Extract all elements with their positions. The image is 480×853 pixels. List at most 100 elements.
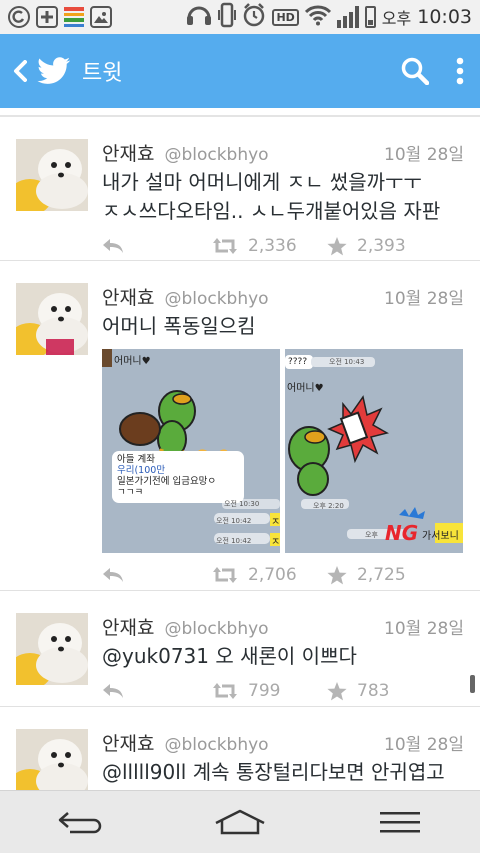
tweet-item[interactable]: 안재효 @blockbhyo 10월 28일 어머니 폭동일으킴 어머니♥ 아들… [0, 261, 480, 591]
tweet-text: 어머니 폭동일으킴 [102, 314, 256, 338]
reply-icon [103, 684, 123, 698]
tweet-media: 어머니♥ 아들 계좌 우리(100만 일본가기전에 입금요망ㅇ ㄱㄱㅋ 오전 1… [102, 349, 464, 553]
retweet-icon [213, 683, 237, 699]
author-handle[interactable]: @blockbhyo [164, 289, 268, 309]
favorite-count: 2,725 [357, 565, 406, 585]
chat-title: 어머니♥ [114, 356, 151, 367]
status-time: 10:03 [417, 6, 472, 28]
message-time: 오전 10:43 [329, 358, 365, 366]
system-menu-button[interactable] [360, 791, 440, 853]
ng-sticker-label: NG [385, 521, 419, 545]
author-handle[interactable]: @blockbhyo [164, 619, 268, 639]
media-image-left[interactable]: 어머니♥ 아들 계좌 우리(100만 일본가기전에 입금요망ㅇ ㄱㄱㅋ 오전 1… [102, 349, 280, 553]
battery-icon [364, 6, 376, 28]
status-bar: HD 오후 10:03 [0, 0, 480, 34]
avatar[interactable] [16, 139, 88, 211]
gallery-icon [90, 6, 112, 28]
home-icon [215, 809, 265, 835]
favorite-button[interactable]: 783 [327, 681, 389, 701]
bubble-line: ㄱㄱㅋ [117, 487, 144, 498]
tweet-date: 10월 28일 [384, 619, 464, 639]
overflow-menu-button[interactable] [440, 34, 480, 108]
favorite-button[interactable]: 2,725 [327, 565, 406, 585]
tweet-text: @yuk0731 오 새론이 이쁘다 [102, 644, 357, 668]
reply-icon [103, 239, 123, 253]
reply-button[interactable] [102, 567, 212, 583]
retweet-count: 799 [248, 681, 281, 701]
app-header: 트윗 [0, 34, 480, 108]
status-carrier-label: 오후 [381, 9, 412, 28]
favorite-count: 783 [357, 681, 390, 701]
message-time: 오후 [365, 531, 378, 539]
tweet-actions: 799 783 [102, 671, 464, 711]
reply-button[interactable] [102, 683, 212, 699]
retweet-button[interactable]: 799 [212, 681, 327, 701]
tweet-date: 10월 28일 [384, 289, 464, 309]
more-vertical-icon [456, 57, 464, 85]
chat-bubble: ???? [288, 357, 308, 367]
tweet-item[interactable]: 안재효 @blockbhyo 10월 28일 @yuk0731 오 새론이 이쁘… [0, 591, 480, 707]
bubble-line: 아들 계좌 [117, 454, 155, 465]
reply-icon [103, 568, 123, 582]
media-image-right[interactable]: ???? 오전 10:43 어머니♥ 오후 2:20 오후 NG 가서보니 [285, 349, 463, 553]
wifi-icon [304, 4, 331, 30]
retweet-button[interactable]: 2,706 [212, 565, 327, 585]
vibrate-icon [218, 2, 237, 32]
system-home-button[interactable] [200, 791, 280, 853]
chat-bubble: 아들 계좌 우리(100만 일본가기전에 입금요망ㅇ ㄱㄱㅋ [112, 451, 244, 503]
star-icon [327, 236, 347, 255]
tweet-text: @lllll90ll 계속 통장털리다보면 안귀엽고 무서우실 [102, 760, 445, 790]
message-time: 오전 10:42 [216, 537, 252, 545]
author-name[interactable]: 안재효 [102, 729, 154, 756]
message-text: ㅈ [271, 537, 280, 548]
message-text: 가서보니 [422, 531, 459, 542]
back-arrow-icon [58, 812, 102, 834]
notes-app-icon [64, 7, 84, 27]
headset-icon [186, 3, 212, 31]
favorite-button[interactable]: 2,393 [327, 236, 406, 256]
retweet-icon [213, 238, 237, 254]
message-time: 오후 2:20 [313, 502, 344, 510]
tweet-feed[interactable]: 안재효 @blockbhyo 10월 28일 내가 설마 어머니에게 ㅈㄴ 썼을… [0, 108, 480, 790]
message-time: 오전 10:42 [216, 517, 252, 525]
avatar[interactable] [16, 283, 88, 355]
message-time: 오전 10:30 [224, 500, 260, 508]
alarm-icon [242, 3, 266, 31]
star-icon [327, 681, 347, 700]
hd-voice-icon: HD [272, 8, 299, 26]
tweet-actions: 2,706 2,725 [102, 555, 464, 595]
avatar[interactable] [16, 613, 88, 685]
tweet-item[interactable]: 안재효 @blockbhyo 10월 28일 @lllll90ll 계속 통장털… [0, 707, 480, 790]
bubble-line: 일본가기전에 입금요망ㅇ [117, 476, 217, 487]
author-name[interactable]: 안재효 [102, 139, 154, 166]
scrollbar-thumb[interactable] [470, 675, 475, 693]
retweet-button[interactable]: 2,336 [212, 236, 327, 256]
avatar[interactable] [16, 729, 88, 790]
tweet-actions: 2,336 2,393 [102, 226, 464, 266]
tweet-item[interactable]: 안재효 @blockbhyo 10월 28일 내가 설마 어머니에게 ㅈㄴ 썼을… [0, 117, 480, 261]
signal-strength-icon [336, 6, 359, 28]
twitter-bird-icon [34, 34, 74, 108]
search-icon [401, 57, 429, 85]
system-back-button[interactable] [40, 791, 120, 853]
page-title: 트윗 [82, 61, 123, 86]
author-handle[interactable]: @blockbhyo [164, 735, 268, 755]
search-button[interactable] [390, 34, 440, 108]
app-screen: HD 오후 10:03 트윗 안재효 @blockbhyo 10월 28일 내가… [0, 0, 480, 853]
author-name[interactable]: 안재효 [102, 613, 154, 640]
plus-app-icon [36, 6, 58, 28]
retweet-icon [213, 567, 237, 583]
favorite-count: 2,393 [357, 236, 406, 256]
retweet-count: 2,336 [248, 236, 297, 256]
bubble-line: 우리(100만 [117, 465, 166, 476]
system-nav-bar [0, 790, 480, 853]
back-button[interactable] [0, 34, 34, 108]
author-handle[interactable]: @blockbhyo [164, 145, 268, 165]
retweet-count: 2,706 [248, 565, 297, 585]
author-name[interactable]: 안재효 [102, 283, 154, 310]
menu-icon [380, 812, 420, 833]
reply-button[interactable] [102, 238, 212, 254]
message-text: ㅈ [271, 517, 280, 528]
tweet-date: 10월 28일 [384, 735, 464, 755]
tweet-date: 10월 28일 [384, 145, 464, 165]
